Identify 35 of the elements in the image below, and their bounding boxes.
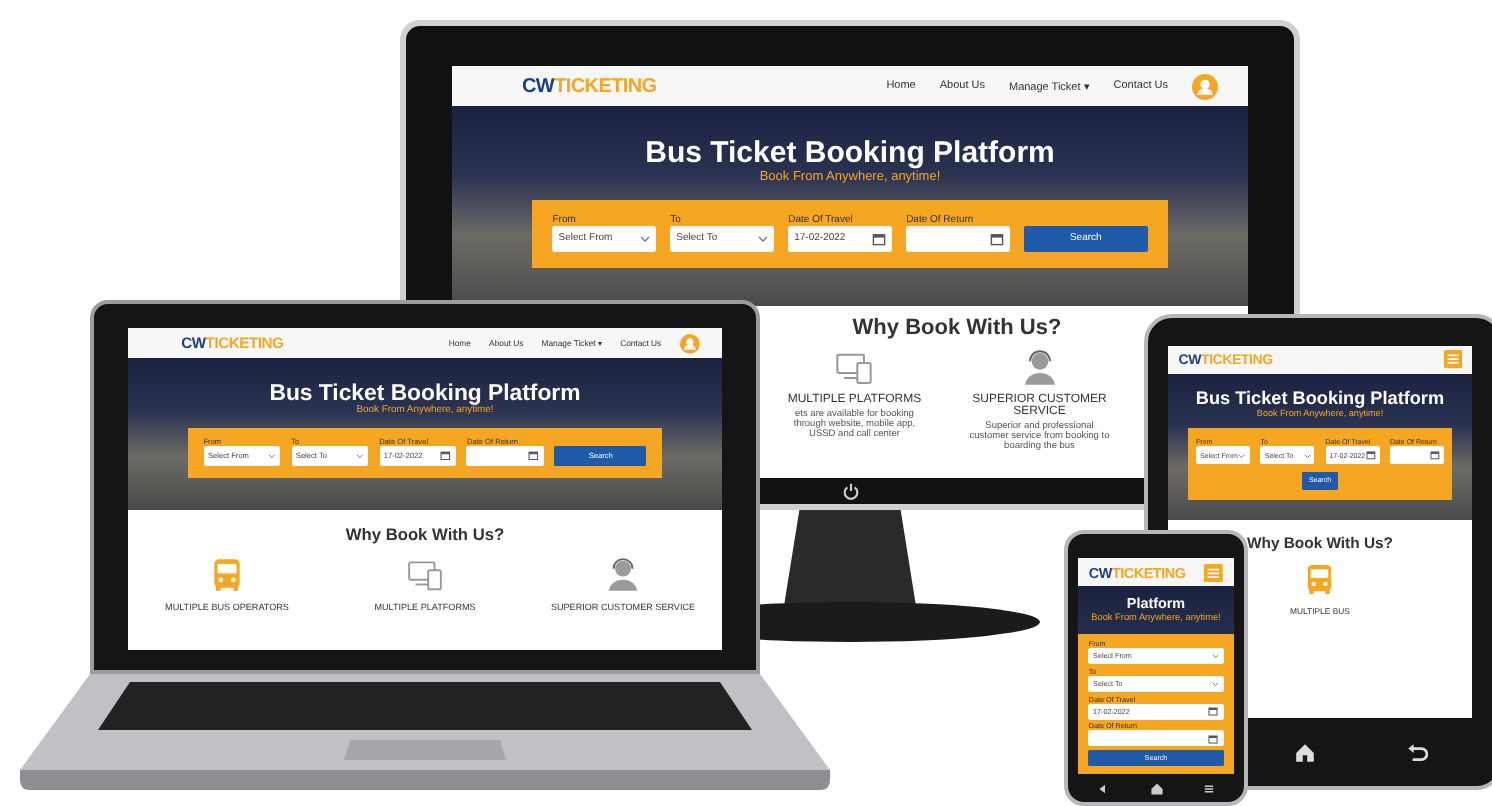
calendar-icon [871,231,886,246]
calendar-icon [1430,450,1440,461]
calendar-icon [1208,733,1219,744]
calendar-icon [528,450,539,461]
support-agent-icon [1019,348,1060,388]
home-icon[interactable] [1149,781,1163,795]
hero-title: Bus Ticket Booking Platform [1195,388,1445,408]
bus-icon [208,555,246,594]
calendar-icon [989,231,1004,246]
back-icon[interactable] [1405,741,1427,763]
date-field[interactable] [906,225,1010,252]
power-icon[interactable] [841,482,859,500]
caret-icon [1211,654,1219,659]
calendar-icon [1208,706,1219,717]
caret-icon [757,235,768,242]
caret-icon [267,453,276,458]
caret-icon [355,453,364,458]
hero-title: Bus Ticket Booking Platform [645,136,1055,170]
date-field[interactable] [1088,730,1224,747]
section-title: Why Book With Us? [345,524,505,545]
back-icon[interactable] [1097,781,1111,795]
devices-icon [406,555,444,594]
support-agent-icon [604,555,642,594]
section-title: Why Book With Us? [852,316,1062,340]
caret-icon [639,235,650,242]
date-field[interactable] [466,445,544,466]
hero-title: Bus Ticket Booking Platform [269,381,581,406]
caret-icon [1211,681,1219,686]
date-field[interactable] [1389,446,1445,465]
calendar-icon [1365,450,1376,461]
logo[interactable]: CWTICKETING [522,75,657,97]
calendar-icon [440,450,452,461]
home-icon[interactable] [1293,741,1315,763]
menu-icon[interactable] [1201,781,1215,795]
devices-icon [834,348,875,388]
